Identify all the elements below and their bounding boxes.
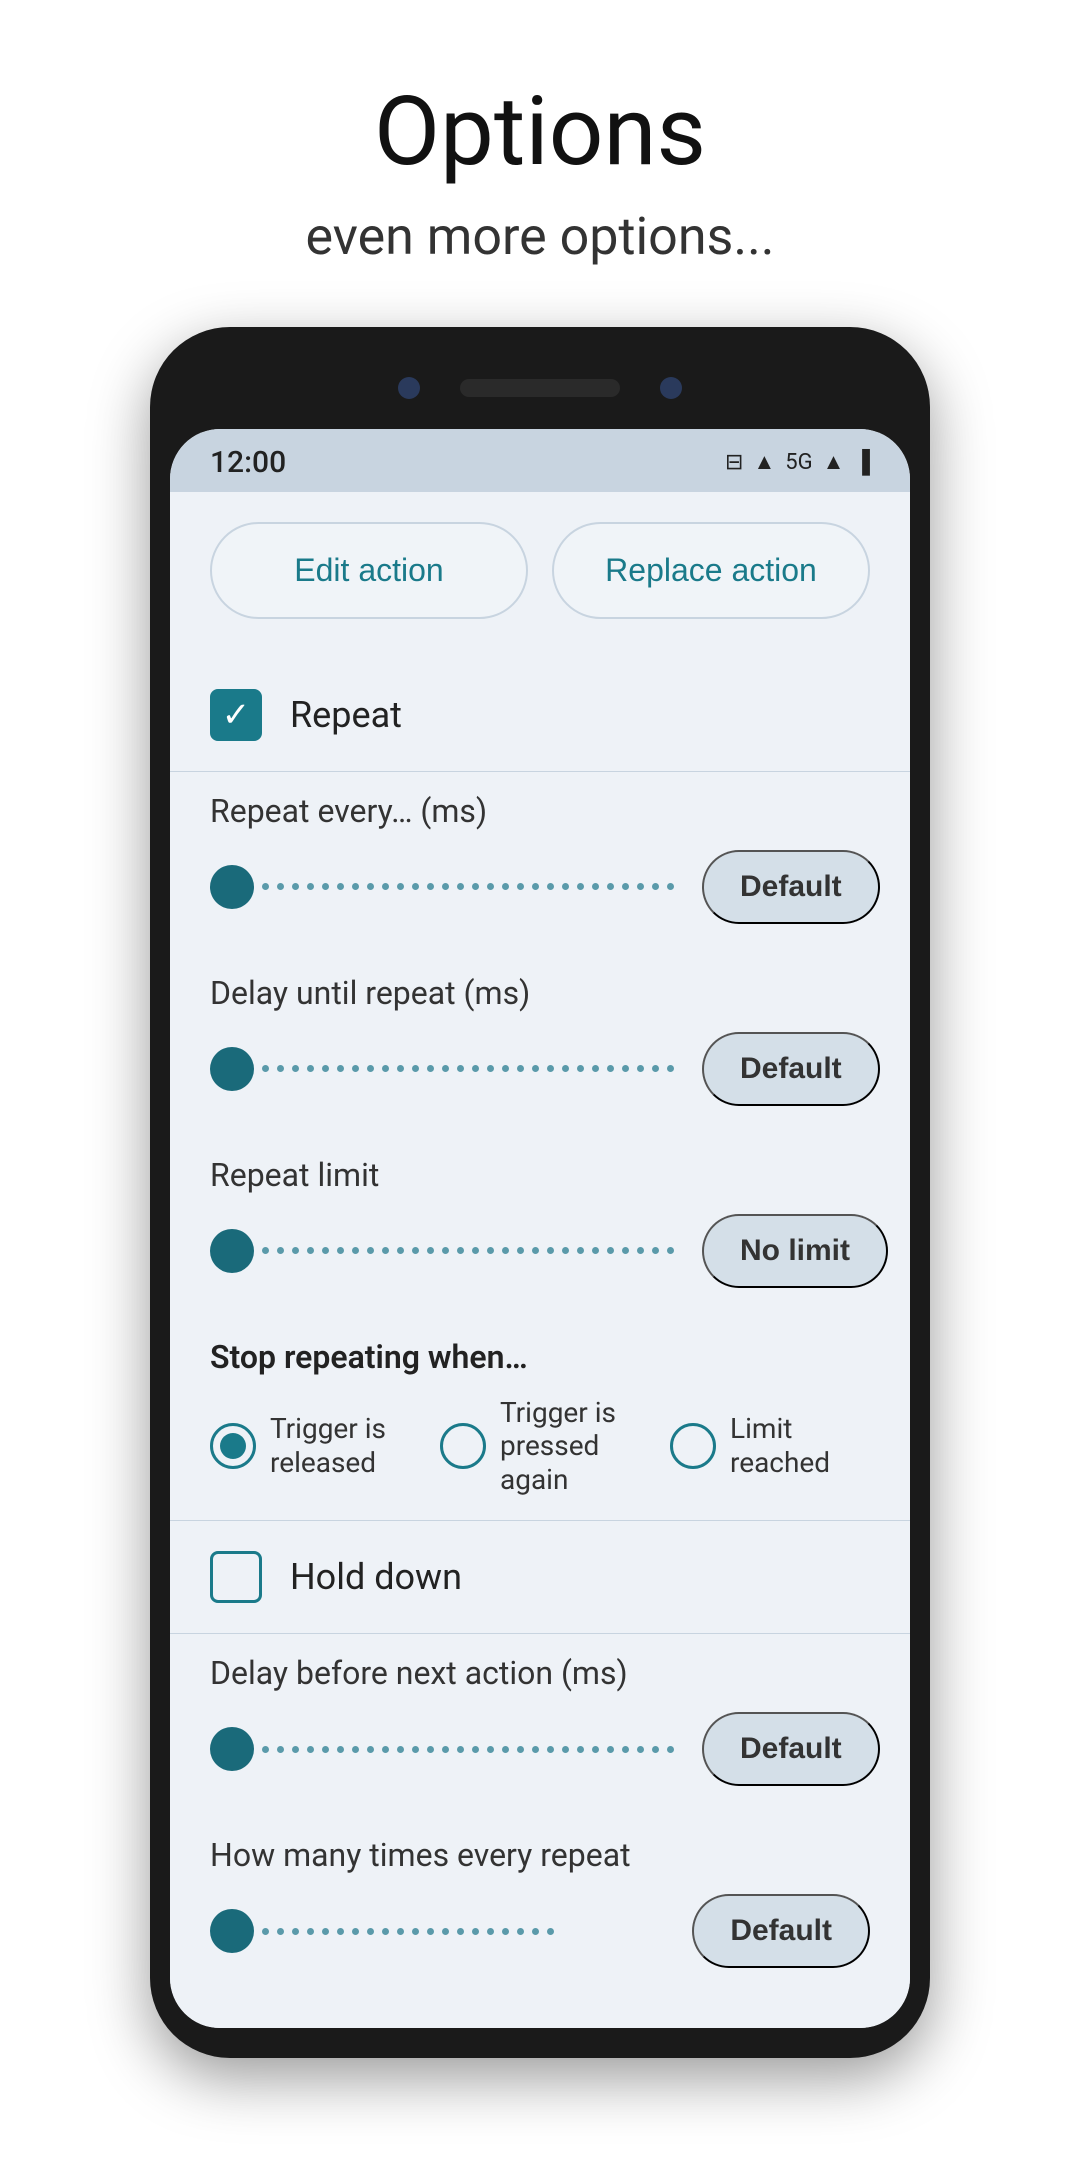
hold-down-checkbox-row[interactable]: Hold down	[210, 1521, 870, 1633]
status-bar: 12:00 ⊟ ▲ 5G ▲ ▐	[170, 429, 910, 492]
page-header: Options even more options...	[305, 0, 774, 327]
repeat-every-value[interactable]: Default	[702, 850, 880, 924]
repeat-limit-track[interactable]	[210, 1229, 682, 1273]
phone-screen: 12:00 ⊟ ▲ 5G ▲ ▐ Edit action Replace act…	[170, 429, 910, 2029]
stop-repeating-radio-group: Trigger is released Trigger is pressed a…	[210, 1396, 870, 1497]
radio-label-pressed-again: Trigger is pressed again	[500, 1396, 640, 1497]
radio-circle-trigger-released[interactable]	[210, 1423, 256, 1469]
repeat-label: Repeat	[290, 694, 402, 736]
repeat-limit-thumb[interactable]	[210, 1229, 254, 1273]
how-many-times-section: How many times every repeat Default	[210, 1816, 870, 1998]
radio-label-trigger-released: Trigger is released	[270, 1412, 410, 1479]
repeat-checkbox-row[interactable]: ✓ Repeat	[210, 659, 870, 771]
delay-repeat-thumb[interactable]	[210, 1047, 254, 1091]
status-icons: ⊟ ▲ 5G ▲ ▐	[725, 449, 870, 475]
how-many-times-label: How many times every repeat	[210, 1836, 870, 1874]
radio-circle-limit-reached[interactable]	[670, 1423, 716, 1469]
radio-option-pressed-again[interactable]: Trigger is pressed again	[440, 1396, 640, 1497]
repeat-every-section: Repeat every… (ms) Default	[210, 772, 870, 954]
app-content: Edit action Replace action ✓ Repeat Repe…	[170, 492, 910, 2029]
repeat-every-track[interactable]	[210, 865, 682, 909]
how-many-times-dots	[254, 1928, 672, 1935]
repeat-limit-label: Repeat limit	[210, 1156, 870, 1194]
radio-inner-trigger-released	[220, 1433, 246, 1459]
hold-down-label: Hold down	[290, 1556, 462, 1598]
stop-repeating-label: Stop repeating when…	[210, 1338, 870, 1376]
delay-next-action-track[interactable]	[210, 1727, 682, 1771]
delay-next-action-section: Delay before next action (ms) Default	[210, 1634, 870, 1816]
delay-next-action-dots	[254, 1746, 682, 1753]
delay-repeat-track[interactable]	[210, 1047, 682, 1091]
how-many-times-value[interactable]: Default	[692, 1894, 870, 1968]
network-label: 5G	[785, 450, 812, 475]
repeat-checkbox[interactable]: ✓	[210, 689, 262, 741]
delay-next-action-value[interactable]: Default	[702, 1712, 880, 1786]
repeat-every-label: Repeat every… (ms)	[210, 792, 870, 830]
signal-icon: ▲	[823, 449, 845, 475]
page-title: Options	[305, 80, 774, 186]
repeat-every-slider-row: Default	[210, 850, 870, 924]
edit-action-button[interactable]: Edit action	[210, 522, 528, 619]
repeat-limit-slider-row: No limit	[210, 1214, 870, 1288]
delay-next-action-label: Delay before next action (ms)	[210, 1654, 870, 1692]
stop-repeating-section: Stop repeating when… Trigger is released…	[210, 1318, 870, 1521]
replace-action-button[interactable]: Replace action	[552, 522, 870, 619]
how-many-times-slider-row: Default	[210, 1894, 870, 1968]
battery-icon: ▐	[854, 449, 870, 475]
radio-option-trigger-released[interactable]: Trigger is released	[210, 1412, 410, 1479]
checkmark-icon: ✓	[222, 698, 251, 732]
radio-label-limit-reached: Limit reached	[730, 1412, 870, 1479]
wifi-icon: ▲	[753, 449, 775, 475]
phone-top	[170, 357, 910, 429]
phone-frame: 12:00 ⊟ ▲ 5G ▲ ▐ Edit action Replace act…	[150, 327, 930, 2059]
delay-repeat-slider-row: Default	[210, 1032, 870, 1106]
camera-dot-right	[660, 377, 682, 399]
status-time: 12:00	[210, 445, 286, 480]
how-many-times-track[interactable]	[210, 1909, 672, 1953]
delay-next-action-slider-row: Default	[210, 1712, 870, 1786]
delay-repeat-section: Delay until repeat (ms) Default	[210, 954, 870, 1136]
shield-icon: ⊟	[725, 450, 743, 475]
delay-repeat-value[interactable]: Default	[702, 1032, 880, 1106]
delay-next-action-thumb[interactable]	[210, 1727, 254, 1771]
camera-dot-left	[398, 377, 420, 399]
page-subtitle: even more options...	[305, 206, 774, 267]
delay-repeat-label: Delay until repeat (ms)	[210, 974, 870, 1012]
hold-down-checkbox[interactable]	[210, 1551, 262, 1603]
repeat-every-thumb[interactable]	[210, 865, 254, 909]
repeat-limit-value[interactable]: No limit	[702, 1214, 888, 1288]
radio-circle-pressed-again[interactable]	[440, 1423, 486, 1469]
repeat-every-dots	[254, 883, 682, 890]
radio-option-limit-reached[interactable]: Limit reached	[670, 1412, 870, 1479]
action-buttons-row: Edit action Replace action	[210, 522, 870, 619]
repeat-limit-section: Repeat limit No limit	[210, 1136, 870, 1318]
delay-repeat-dots	[254, 1065, 682, 1072]
how-many-times-thumb[interactable]	[210, 1909, 254, 1953]
repeat-limit-dots	[254, 1247, 682, 1254]
phone-speaker	[460, 379, 620, 397]
